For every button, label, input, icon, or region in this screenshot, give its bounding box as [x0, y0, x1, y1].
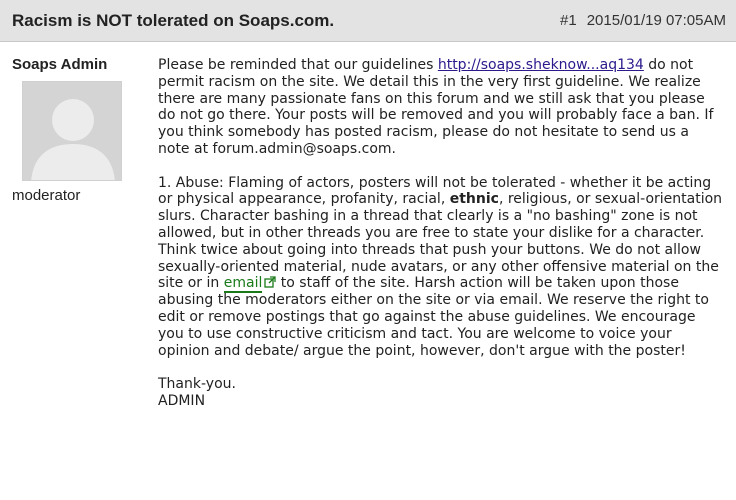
- guidelines-link[interactable]: http://soaps.sheknow...aq134: [438, 57, 644, 73]
- message-text: Please be reminded that our guidelines: [158, 57, 438, 73]
- email-link[interactable]: email: [223, 275, 263, 294]
- author-role: moderator: [12, 187, 81, 204]
- post-message: Please be reminded that our guidelines h…: [148, 56, 736, 410]
- avatar[interactable]: [22, 81, 122, 181]
- message-paragraph-1: Please be reminded that our guidelines h…: [158, 57, 724, 158]
- message-paragraph-2: 1. Abuse: Flaming of actors, posters wil…: [158, 175, 724, 360]
- post-meta: #1 2015/01/19 07:05AM: [560, 12, 726, 29]
- signature-line-1: Thank-you.: [158, 376, 236, 393]
- external-link-icon[interactable]: [264, 276, 276, 289]
- post-header: Racism is NOT tolerated on Soaps.com. #1…: [0, 0, 736, 42]
- post-datetime: 2015/01/19 07:05AM: [586, 12, 726, 29]
- bold-text: ethnic: [449, 191, 499, 208]
- post-title: Racism is NOT tolerated on Soaps.com.: [12, 10, 335, 30]
- post-body: Soaps Admin moderator Please be reminded…: [0, 42, 736, 410]
- author-panel: Soaps Admin moderator: [0, 56, 148, 410]
- post-number-link[interactable]: #1: [560, 12, 577, 29]
- signature-line-2: ADMIN: [158, 392, 206, 409]
- author-name[interactable]: Soaps Admin: [12, 56, 148, 73]
- forum-post: Racism is NOT tolerated on Soaps.com. #1…: [0, 0, 736, 500]
- default-user-silhouette-icon: [23, 82, 121, 180]
